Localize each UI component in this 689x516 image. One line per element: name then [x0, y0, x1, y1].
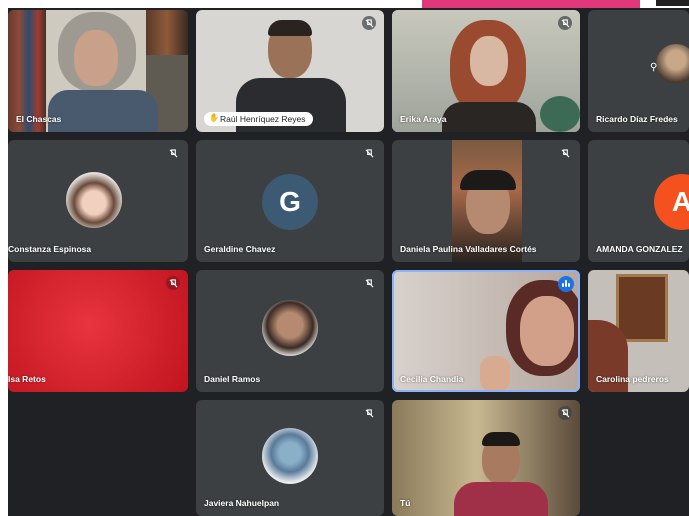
participant-name: Cecilia Chandia [400, 374, 464, 384]
participant-name: Ricardo Díaz Fredes [596, 114, 678, 124]
mic-off-icon [362, 276, 376, 290]
participant-name: Tú [400, 498, 411, 508]
person-body [48, 90, 158, 132]
mic-off-icon [362, 146, 376, 160]
person-face [74, 30, 118, 86]
participant-grid: El Chascas ✋ Raúl Henríquez Reyes Erika A… [8, 8, 689, 516]
participant-tile[interactable]: Tú [392, 400, 580, 516]
mic-off-icon [166, 146, 180, 160]
person-hair [268, 20, 312, 36]
participant-name: El Chascas [16, 114, 62, 124]
participant-tile[interactable]: G Geraldine Chavez [196, 140, 384, 262]
mic-off-icon [558, 406, 572, 420]
participant-name: Erika Araya [400, 114, 447, 124]
person-face [520, 296, 574, 366]
illustrated-avatar [262, 428, 318, 484]
person-hair [460, 170, 516, 190]
participant-name: Constanza Espinosa [8, 244, 92, 254]
raised-hand-icon: ✋ [209, 113, 219, 122]
person-body [442, 102, 536, 132]
top-dark-fragment [656, 0, 689, 6]
participant-tile[interactable]: A AMANDA GONZALEZ [588, 140, 689, 262]
participant-tile[interactable]: Cecilia Chandia [392, 270, 580, 392]
mic-off-icon [558, 16, 572, 30]
pin-icon[interactable]: ⚲ [650, 62, 657, 73]
participant-tile[interactable]: ✋ Raúl Henríquez Reyes [196, 10, 384, 132]
participant-name: Daniel Ramos [204, 374, 261, 384]
participant-tile[interactable]: Erika Araya [392, 10, 580, 132]
top-banner-fragment [422, 0, 640, 8]
mic-off-icon [362, 406, 376, 420]
green-object [540, 96, 580, 132]
participant-name: Carolina pedreros [596, 374, 669, 384]
participant-tile[interactable]: Daniela Paulina Valladares Cortés [392, 140, 580, 262]
participant-name: Daniela Paulina Valladares Cortés [400, 244, 537, 254]
participant-tile[interactable]: Constanza Espinosa [8, 140, 188, 262]
initial-avatar: G [262, 174, 318, 230]
participant-tile[interactable]: El Chascas [8, 10, 188, 132]
participant-name: ✋ Raúl Henríquez Reyes [204, 112, 313, 126]
person-face [470, 36, 508, 86]
anime-avatar [66, 172, 122, 228]
participant-tile[interactable]: Daniel Ramos [196, 270, 384, 392]
participant-name: Geraldine Chavez [204, 244, 276, 254]
participant-name: Javiera Nahuelpan [204, 498, 280, 508]
participant-tile[interactable]: ⚲ Ricardo Díaz Fredes [588, 10, 689, 132]
person-body [454, 482, 548, 516]
mic-off-icon [362, 16, 376, 30]
bookshelf-right [146, 10, 188, 55]
profile-photo [262, 300, 318, 356]
person-hand [480, 356, 510, 392]
wall-painting [616, 274, 668, 342]
participant-tile[interactable]: Carolina pedreros [588, 270, 689, 392]
participant-tile[interactable]: Isa Retos [8, 270, 188, 392]
participant-name: AMANDA GONZALEZ [596, 244, 683, 254]
mic-off-icon [166, 276, 180, 290]
mic-off-icon [558, 146, 572, 160]
participant-tile[interactable]: Javiera Nahuelpan [196, 400, 384, 516]
initial-avatar: A [654, 174, 689, 230]
person-hair [482, 432, 520, 446]
profile-photo [656, 44, 689, 84]
speaking-indicator-icon [558, 276, 574, 292]
participant-name: Isa Retos [8, 374, 46, 384]
